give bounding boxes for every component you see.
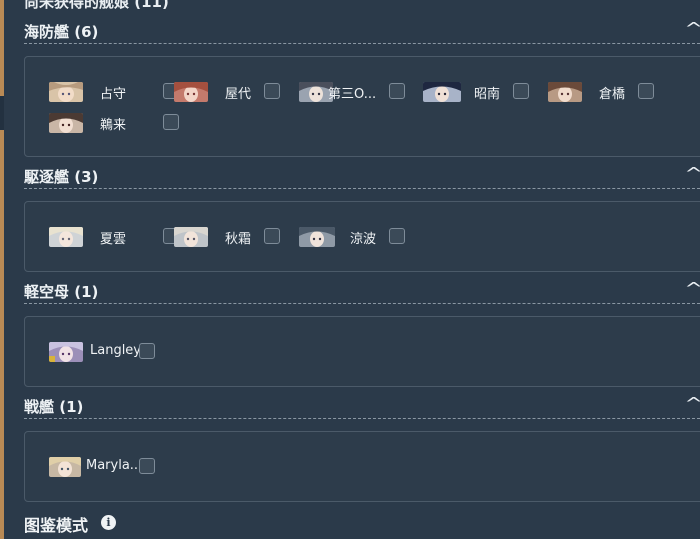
ship-name: 昭南 <box>474 87 501 102</box>
collection-mode-title: 图鉴模式 <box>24 516 89 535</box>
ship-avatar <box>49 342 83 362</box>
section-header-kuchikukan[interactable]: 駆逐艦 (3) ^ <box>24 164 700 189</box>
ship-avatar <box>299 227 335 247</box>
ship-avatar <box>49 457 81 477</box>
ship-checkbox[interactable] <box>163 114 179 130</box>
ship-name: 涼波 <box>350 232 377 247</box>
ship-checkbox[interactable] <box>264 228 280 244</box>
section-header-kaibokan[interactable]: 海防艦 (6) ^ <box>24 19 700 44</box>
left-edge-strip <box>0 0 4 539</box>
ship-name: 屋代 <box>225 87 252 102</box>
section-title: 軽空母 (1) <box>24 283 99 301</box>
ship-avatar <box>49 227 83 247</box>
ship-name: 夏雲 <box>100 232 127 247</box>
section-panel-kaibokan: 占守 屋代 第三O... 昭南 倉橋 鵜来 <box>24 56 700 157</box>
ship-avatar <box>49 82 83 102</box>
unacquired-ships-title: 尚未获得的舰娘 (11) <box>24 0 169 11</box>
section-title: 戦艦 (1) <box>24 398 84 416</box>
ship-name: 倉橋 <box>599 87 626 102</box>
section-panel-kuchikukan: 夏雲 秋霜 涼波 <box>24 201 700 272</box>
ship-avatar <box>174 82 208 102</box>
ship-avatar <box>174 227 208 247</box>
ship-checkbox[interactable] <box>139 343 155 359</box>
chevron-up-icon[interactable]: ^ <box>684 19 700 38</box>
info-icon[interactable]: i <box>101 515 116 530</box>
section-header-keikuubo[interactable]: 軽空母 (1) ^ <box>24 279 700 304</box>
ship-checkbox[interactable] <box>264 83 280 99</box>
section-title: 海防艦 (6) <box>24 23 99 41</box>
chevron-up-icon[interactable]: ^ <box>684 164 700 183</box>
section-panel-senkan: Maryla... <box>24 431 700 502</box>
chevron-up-icon[interactable]: ^ <box>684 394 700 413</box>
section-title: 駆逐艦 (3) <box>24 168 99 186</box>
section-header-senkan[interactable]: 戦艦 (1) ^ <box>24 394 700 419</box>
ship-checkbox[interactable] <box>389 228 405 244</box>
ship-checkbox[interactable] <box>389 83 405 99</box>
ship-avatar <box>423 82 461 102</box>
ship-checkbox[interactable] <box>513 83 529 99</box>
ship-collection-page: 尚未获得的舰娘 (11) 海防艦 (6) ^ 占守 屋代 第三O... <box>0 0 700 539</box>
ship-name: 占守 <box>100 87 127 102</box>
chevron-up-icon[interactable]: ^ <box>684 279 700 298</box>
ship-avatar <box>49 113 83 133</box>
ship-checkbox[interactable] <box>139 458 155 474</box>
ship-checkbox[interactable] <box>638 83 654 99</box>
ship-name: 第三O... <box>328 87 377 102</box>
ship-name: Maryla... <box>86 458 143 473</box>
ship-name: 秋霜 <box>225 232 252 247</box>
ship-name: 鵜来 <box>100 118 127 133</box>
ship-avatar <box>548 82 582 102</box>
ship-name: Langley <box>90 343 142 358</box>
section-panel-keikuubo: Langley <box>24 316 700 387</box>
